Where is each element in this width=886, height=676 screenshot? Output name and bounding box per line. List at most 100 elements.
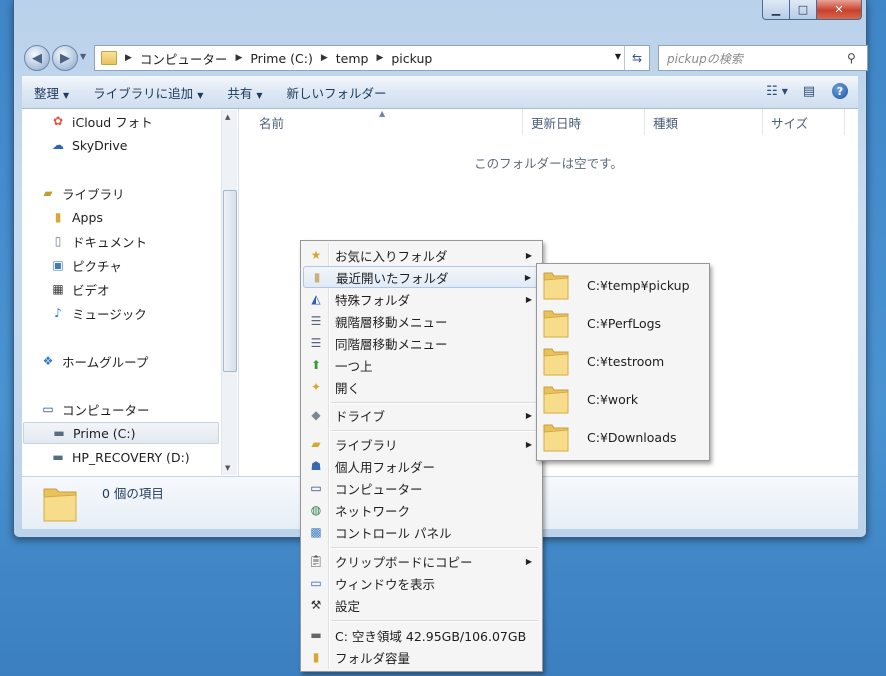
share-button[interactable]: 共有 ▼ — [215, 83, 274, 102]
menu-item-label: ドライブ — [335, 408, 386, 424]
menu-item-control-panel[interactable]: ▩ コントロール パネル — [303, 521, 540, 543]
folder-icon — [43, 488, 77, 522]
back-button[interactable]: ◀ — [24, 45, 50, 71]
menu-item-show-window[interactable]: ▭ ウィンドウを表示 — [303, 572, 540, 594]
nav-item-hp-recovery[interactable]: ▬ HP_RECOVERY (D:) — [50, 446, 189, 468]
nav-pane-scrollbar[interactable]: ▲ ▼ — [221, 110, 237, 475]
tree-list-icon: ☰ — [310, 336, 322, 350]
new-folder-button[interactable]: 新しいフォルダー — [275, 83, 399, 102]
view-options-button[interactable]: ☷ ▼ — [766, 82, 788, 100]
menu-item-sibling-menu[interactable]: ☰ 同階層移動メニュー — [303, 332, 540, 354]
drive-icon: ▬ — [310, 628, 322, 642]
nav-item-label: Apps — [72, 209, 103, 225]
menu-item-copy-to-clipboard[interactable]: 📋︎ クリップボードにコピー ▶ — [303, 550, 540, 572]
computer-icon: ▭ — [42, 402, 54, 416]
column-header-size[interactable]: サイズ — [763, 109, 845, 135]
nav-item-computer[interactable]: ▭ コンピューター — [40, 398, 150, 420]
recent-folder-path: C:¥testroom — [587, 353, 665, 369]
nav-item-videos[interactable]: ▦ ビデオ — [50, 278, 109, 300]
refresh-icon: ⇆ — [631, 51, 643, 65]
recent-pages-dropdown-icon[interactable]: ▼ — [80, 52, 86, 61]
menu-item-drives[interactable]: ◆ ドライブ ▶ — [303, 404, 540, 426]
menu-item-label: 一つ上 — [335, 358, 373, 374]
menu-item-special-folders[interactable]: ◭ 特殊フォルダ ▶ — [303, 288, 540, 310]
menu-item-settings[interactable]: ⚒ 設定 — [303, 594, 540, 616]
recent-folder-item[interactable]: C:¥PerfLogs — [539, 304, 707, 342]
breadcrumb-computer[interactable]: コンピューター — [134, 49, 234, 68]
breadcrumb-chevron-icon[interactable]: ▶ — [319, 53, 330, 63]
nav-item-libraries[interactable]: ▰ ライブラリ — [40, 182, 124, 204]
refresh-button[interactable]: ⇆ — [624, 46, 649, 70]
folder-icon: ▮ — [54, 210, 62, 224]
search-icon[interactable]: ⚲ — [847, 51, 867, 65]
close-button[interactable]: ✕ — [817, 0, 862, 20]
minimize-button[interactable]: ▁ — [762, 0, 790, 20]
nav-item-homegroup[interactable]: ❖ ホームグループ — [40, 350, 149, 372]
scroll-down-icon[interactable]: ▼ — [225, 464, 230, 472]
new-folder-label: 新しいフォルダー — [286, 85, 387, 101]
breadcrumb-chevron-icon[interactable]: ▶ — [123, 53, 134, 63]
address-dropdown-icon[interactable]: ▼ — [615, 52, 621, 61]
menu-item-folder-size[interactable]: ▮ フォルダ容量 — [303, 646, 540, 668]
menu-item-recent-folders[interactable]: ▮ 最近開いたフォルダ ▶ — [303, 266, 540, 288]
recent-folder-item[interactable]: C:¥temp¥pickup — [539, 266, 707, 304]
maximize-button[interactable]: □ — [790, 0, 817, 20]
nav-item-apps[interactable]: ▮ Apps — [50, 206, 103, 228]
breadcrumb-chevron-icon[interactable]: ▶ — [233, 53, 244, 63]
nav-item-label: コンピューター — [62, 402, 150, 418]
dropdown-arrow-icon: ▼ — [256, 90, 263, 100]
column-header-label: 種類 — [653, 115, 679, 131]
user-folder-icon: ☗ — [310, 459, 322, 473]
menu-item-label: ネットワーク — [335, 503, 411, 519]
menu-item-label: 個人用フォルダー — [335, 459, 436, 475]
menu-item-label: C: 空き領域 42.95GB/106.07GB — [335, 628, 527, 644]
scrollbar-thumb[interactable] — [223, 190, 237, 372]
dropdown-arrow-icon: ▼ — [63, 90, 70, 100]
hammer-icon: ⚒ — [310, 598, 322, 612]
menu-item-label: 最近開いたフォルダ — [336, 270, 449, 286]
nav-item-music[interactable]: ♪ ミュージック — [50, 302, 147, 324]
search-input[interactable]: pickupの検索 — [659, 50, 847, 67]
menu-item-free-space[interactable]: ▬ C: 空き領域 42.95GB/106.07GB — [303, 624, 540, 646]
menu-item-network[interactable]: ◍ ネットワーク — [303, 499, 540, 521]
breadcrumb-chevron-icon[interactable]: ▶ — [374, 53, 385, 63]
preview-pane-button[interactable]: ▤ — [800, 82, 818, 100]
forward-button[interactable]: ▶ — [52, 45, 78, 71]
control-panel-icon: ▩ — [310, 525, 322, 539]
breadcrumb-prime-c[interactable]: Prime (C:) — [244, 51, 318, 66]
menu-item-parent-menu[interactable]: ☰ 親階層移動メニュー — [303, 310, 540, 332]
nav-item-documents[interactable]: ▯ ドキュメント — [50, 230, 147, 252]
menu-item-computer[interactable]: ▭ コンピューター — [303, 477, 540, 499]
network-icon: ◍ — [310, 503, 322, 517]
organize-button[interactable]: 整理 ▼ — [22, 83, 81, 102]
nav-item-skydrive[interactable]: ☁ SkyDrive — [50, 134, 127, 156]
recent-folders-submenu: C:¥temp¥pickup C:¥PerfLogs C:¥testroom C… — [536, 263, 710, 461]
column-header-modified[interactable]: 更新日時 — [523, 109, 645, 135]
recent-folder-item[interactable]: C:¥testroom — [539, 342, 707, 380]
menu-item-label: 親階層移動メニュー — [335, 314, 448, 330]
breadcrumb-pickup[interactable]: pickup — [385, 51, 438, 66]
folder-icon — [543, 386, 569, 414]
menu-item-favorite-folders[interactable]: ★ お気に入りフォルダ ▶ — [303, 244, 540, 266]
recent-folder-item[interactable]: C:¥Downloads — [539, 418, 707, 456]
recent-folder-item[interactable]: C:¥work — [539, 380, 707, 418]
menu-item-open[interactable]: ✦ 開く — [303, 376, 540, 398]
document-icon: ▯ — [54, 234, 62, 248]
nav-item-label: ドキュメント — [72, 234, 148, 250]
address-bar[interactable]: ▶ コンピューター ▶ Prime (C:) ▶ temp ▶ pickup ▼… — [94, 45, 650, 71]
menu-item-user-folder[interactable]: ☗ 個人用フォルダー — [303, 455, 540, 477]
column-header-name[interactable]: 名前 — [251, 109, 523, 135]
nav-item-prime-c[interactable]: ▬ Prime (C:) — [23, 422, 219, 444]
scroll-up-icon[interactable]: ▲ — [225, 113, 230, 121]
help-button[interactable]: ? — [832, 83, 848, 99]
nav-item-pictures[interactable]: ▣ ピクチャ — [50, 254, 122, 276]
menu-item-libraries[interactable]: ▰ ライブラリ ▶ — [303, 433, 540, 455]
breadcrumb-temp[interactable]: temp — [330, 51, 375, 66]
command-bar: 整理 ▼ ライブラリに追加 ▼ 共有 ▼ 新しいフォルダー ☷ ▼ ▤ ? — [22, 76, 858, 109]
column-header-type[interactable]: 種類 — [645, 109, 763, 135]
add-to-library-button[interactable]: ライブラリに追加 ▼ — [81, 83, 215, 102]
window-icon: ▭ — [310, 576, 322, 590]
nav-item-icloud-photos[interactable]: ✿ iCloud フォト — [50, 110, 153, 132]
menu-item-up-one-level[interactable]: ⬆ 一つ上 — [303, 354, 540, 376]
search-box[interactable]: pickupの検索 ⚲ — [658, 45, 868, 71]
